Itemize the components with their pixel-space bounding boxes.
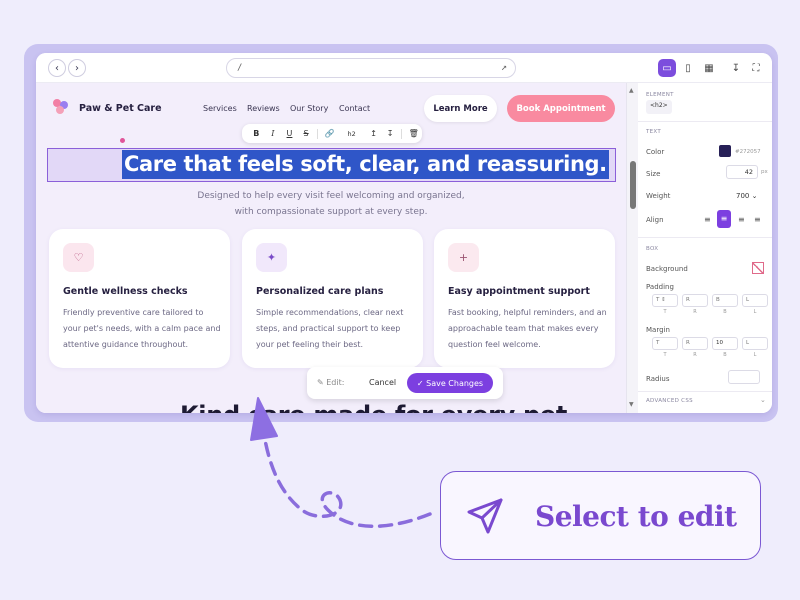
select-to-edit-callout: Select to edit: [440, 471, 761, 560]
send-icon: [467, 498, 503, 534]
callout-text: Select to edit: [535, 500, 737, 533]
